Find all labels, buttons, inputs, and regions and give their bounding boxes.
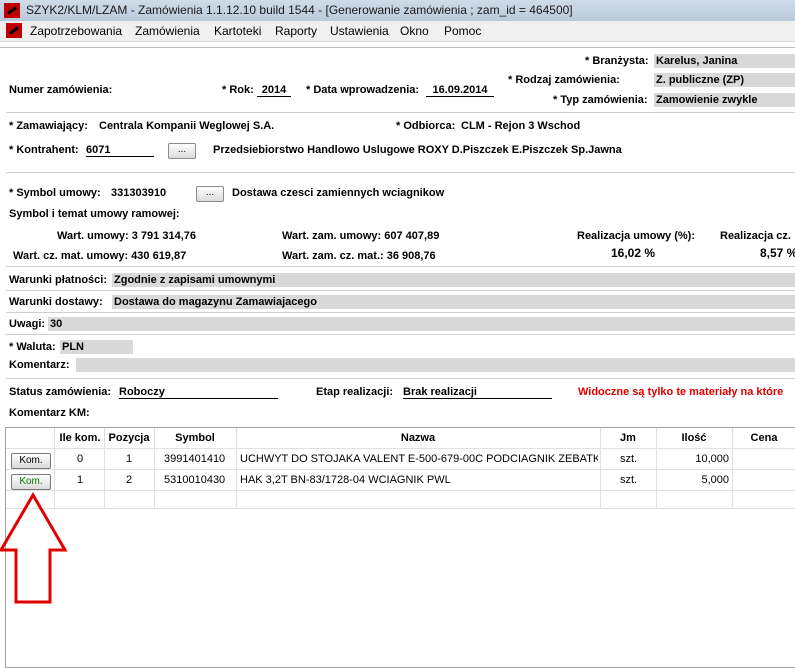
branzysta-field[interactable]: Karelus, Janina bbox=[654, 54, 795, 68]
cell-jm: szt. bbox=[620, 453, 638, 465]
cell-pozycja: 2 bbox=[125, 474, 133, 486]
menu-okno[interactable]: Okno bbox=[400, 24, 429, 38]
cell-pozycja: 1 bbox=[125, 453, 133, 465]
status-field: Roboczy bbox=[119, 386, 278, 399]
symbol-umowy-browse-button[interactable]: ... bbox=[196, 186, 224, 202]
separator-7 bbox=[6, 378, 795, 379]
menu-pomoc[interactable]: Pomoc bbox=[444, 24, 481, 38]
separator-5 bbox=[6, 312, 795, 313]
col-header-nazwa[interactable]: Nazwa bbox=[237, 432, 599, 444]
separator-2 bbox=[6, 172, 795, 173]
kontrahent-browse-button[interactable]: ... bbox=[168, 143, 196, 159]
data-label: * Data wprowadzenia: bbox=[306, 84, 420, 96]
col-header-symbol[interactable]: Symbol bbox=[155, 432, 235, 444]
wart-zam-cz-mat: Wart. zam. cz. mat.: 36 908,76 bbox=[282, 250, 436, 262]
window-title: SZYK2/KLM/LZAM - Zamówienia 1.1.12.10 bu… bbox=[26, 3, 573, 17]
data-field[interactable]: 16.09.2014 bbox=[426, 84, 494, 97]
wart-cz-mat: Wart. cz. mat. umowy: 430 619,87 bbox=[13, 250, 187, 262]
waluta-label: * Waluta: bbox=[9, 341, 56, 353]
separator-4 bbox=[6, 290, 795, 291]
cell-nazwa: UCHWYT DO STOJAKA VALENT E-500-679-00C P… bbox=[240, 453, 598, 465]
header-divider bbox=[0, 47, 795, 48]
kontrahent-label: * Kontrahent: bbox=[9, 144, 79, 156]
separator-3 bbox=[6, 266, 795, 267]
etap-label: Etap realizacji: bbox=[316, 386, 394, 398]
separator-1 bbox=[6, 112, 795, 113]
menu-zapotrzebowania[interactable]: Zapotrzebowania bbox=[30, 24, 122, 38]
waluta-field[interactable]: PLN bbox=[60, 340, 133, 354]
grid-row-line-1 bbox=[6, 469, 795, 470]
cell-ilosc: 10,000 bbox=[695, 453, 729, 465]
rodzaj-label: * Rodzaj zamówienia: bbox=[508, 74, 620, 86]
col-header-pozycja[interactable]: Pozycja bbox=[105, 432, 153, 444]
status-label: Status zamówienia: bbox=[9, 386, 112, 398]
typ-label: * Typ zamówienia: bbox=[553, 94, 648, 106]
cell-ile-kom: 1 bbox=[76, 474, 84, 486]
cell-symbol: 5310010430 bbox=[164, 474, 226, 486]
col-header-jm[interactable]: Jm bbox=[601, 432, 655, 444]
realizacja-cz-value: 8,57 % bbox=[760, 246, 795, 260]
komentarz-label: Komentarz: bbox=[9, 359, 70, 371]
col-header-cena[interactable]: Cena bbox=[733, 432, 795, 444]
komentarz-field[interactable] bbox=[76, 358, 795, 372]
realizacja-umowy-label: Realizacja umowy (%): bbox=[577, 230, 695, 242]
wart-zam-umowy: Wart. zam. umowy: 607 407,89 bbox=[282, 230, 440, 242]
etap-field: Brak realizacji bbox=[403, 386, 552, 399]
odbiorca-label: * Odbiorca: bbox=[396, 120, 456, 132]
numer-label: Numer zamówienia: bbox=[9, 84, 113, 96]
symbol-umowy-value: 331303910 bbox=[111, 187, 167, 199]
cell-symbol: 3991401410 bbox=[164, 453, 226, 465]
realizacja-cz-label: Realizacja cz. bbox=[720, 230, 791, 242]
grid-row-line-2 bbox=[6, 490, 795, 491]
rok-field[interactable]: 2014 bbox=[257, 84, 291, 97]
menu-kartoteki[interactable]: Kartoteki bbox=[214, 24, 261, 38]
uwagi-label: Uwagi: bbox=[9, 318, 46, 330]
symbol-umowy-desc: Dostawa czesci zamiennych wciagnikow bbox=[232, 187, 445, 199]
dostawy-field[interactable]: Dostawa do magazynu Zamawiajacego bbox=[112, 295, 795, 309]
typ-field[interactable]: Zamowienie zwykle bbox=[654, 93, 795, 107]
wart-umowy: Wart. umowy: 3 791 314,76 bbox=[57, 230, 196, 242]
grid-header-line bbox=[6, 448, 795, 449]
menu-ustawienia[interactable]: Ustawienia bbox=[330, 24, 389, 38]
warning-text: Widoczne są tylko te materiały na które bbox=[578, 386, 784, 398]
cell-ilosc: 5,000 bbox=[701, 474, 729, 486]
zamawiajacy-label: * Zamawiający: bbox=[9, 120, 88, 132]
menu-zamowienia[interactable]: Zamówienia bbox=[135, 24, 200, 38]
dostawy-label: Warunki dostawy: bbox=[9, 296, 103, 308]
umowa-ramowa-label: Symbol i temat umowy ramowej: bbox=[9, 208, 180, 220]
odbiorca-value: CLM - Rejon 3 Wschod bbox=[461, 120, 581, 132]
cell-ile-kom: 0 bbox=[76, 453, 84, 465]
platnosci-label: Warunki płatności: bbox=[9, 274, 107, 286]
col-header-ilosc[interactable]: Ilość bbox=[657, 432, 731, 444]
kontrahent-field[interactable]: 6071 bbox=[86, 144, 154, 157]
komentarz-km-label: Komentarz KM: bbox=[9, 407, 90, 419]
uwagi-field[interactable]: 30 bbox=[48, 317, 795, 331]
red-arrow-annotation bbox=[0, 492, 68, 604]
cell-nazwa: HAK 3,2T BN-83/1728-04 WCIAGNIK PWL bbox=[240, 474, 451, 486]
menu-raporty[interactable]: Raporty bbox=[275, 24, 317, 38]
menu-logo-icon[interactable] bbox=[6, 23, 22, 38]
kom-button[interactable]: Kom. bbox=[11, 453, 51, 469]
separator-6 bbox=[6, 334, 795, 335]
branzysta-label: * Branżysta: bbox=[585, 55, 649, 67]
kontrahent-name: Przedsiebiorstwo Handlowo Uslugowe ROXY … bbox=[213, 144, 622, 156]
symbol-umowy-label: * Symbol umowy: bbox=[9, 187, 101, 199]
kom-button[interactable]: Kom. bbox=[11, 474, 51, 490]
zamawiajacy-value: Centrala Kompanii Weglowej S.A. bbox=[99, 120, 275, 132]
rok-label: * Rok: bbox=[222, 84, 254, 96]
rodzaj-field[interactable]: Z. publiczne (ZP) bbox=[654, 73, 795, 87]
cell-jm: szt. bbox=[620, 474, 638, 486]
grid-row-line-3 bbox=[6, 508, 795, 509]
realizacja-umowy-value: 16,02 % bbox=[611, 246, 656, 260]
app-logo-icon bbox=[4, 3, 20, 18]
col-header-ile-kom[interactable]: Ile kom. bbox=[56, 432, 104, 444]
platnosci-field[interactable]: Zgodnie z zapisami umownymi bbox=[112, 273, 795, 287]
